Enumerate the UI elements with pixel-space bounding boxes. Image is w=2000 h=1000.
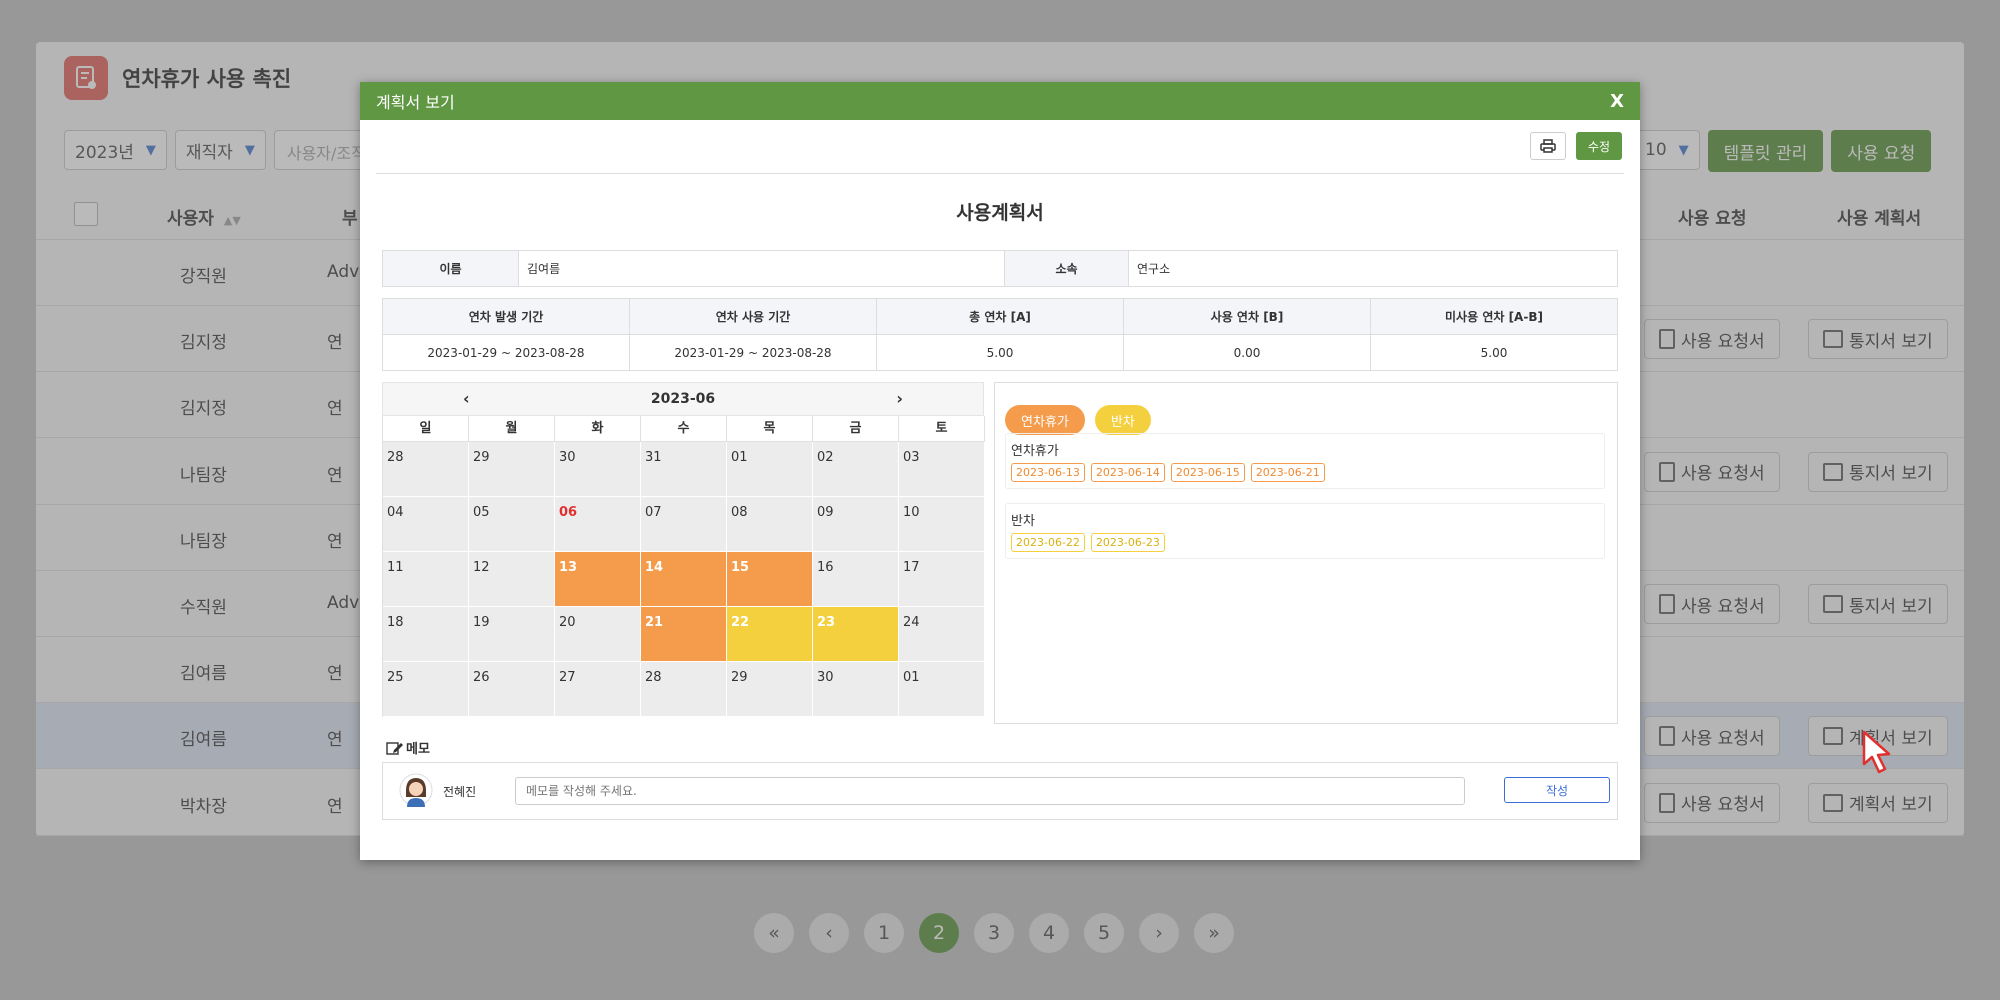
calendar-day[interactable]: 04 <box>383 497 469 552</box>
modal-title: 계획서 보기 <box>376 93 455 112</box>
stat-header: 연차 발생 기간 <box>382 298 630 335</box>
calendar-day[interactable]: 01 <box>899 662 985 717</box>
memo-input[interactable] <box>515 777 1465 805</box>
calendar-day[interactable]: 23 <box>813 607 899 662</box>
calendar-day[interactable]: 11 <box>383 552 469 607</box>
calendar-day[interactable]: 06 <box>555 497 641 552</box>
weekday-header: 일 <box>383 416 469 442</box>
weekday-header: 토 <box>899 416 985 442</box>
calendar-day[interactable]: 24 <box>899 607 985 662</box>
calendar-day[interactable]: 14 <box>641 552 727 607</box>
calendar-day[interactable]: 21 <box>641 607 727 662</box>
printer-icon <box>1540 139 1556 153</box>
calendar-prev-button[interactable]: ‹ <box>463 389 470 408</box>
date-tag: 2023-06-22 <box>1011 533 1085 552</box>
modal-toolbar: 수정 <box>1529 132 1622 160</box>
close-icon[interactable]: X <box>1610 91 1624 112</box>
calendar-day[interactable]: 09 <box>813 497 899 552</box>
calendar-grid: 일 월 화 수 목 금 토 28 29 30 31 01 02 03 04 05 06 07 08 09 10 11 12 1… <box>382 416 985 717</box>
stat-value: 5.00 <box>1370 334 1618 371</box>
legend: 연차휴가 반차 <box>1005 405 1151 435</box>
calendar-day[interactable]: 30 <box>813 662 899 717</box>
memo-box: 전혜진 작성 <box>382 762 1618 820</box>
document-title: 사용계획서 <box>956 202 1044 224</box>
calendar-day[interactable]: 16 <box>813 552 899 607</box>
plan-view-modal: 계획서 보기 X 수정 사용계획서 이름 김여름 소속 연구소 연차 발생 기간… <box>360 82 1640 860</box>
weekday-header: 월 <box>469 416 555 442</box>
group-title: 연차휴가 <box>1011 444 1059 459</box>
date-tag: 2023-06-14 <box>1090 463 1165 482</box>
modal-header: 계획서 보기 X <box>360 82 1640 120</box>
calendar-nav: ‹ 2023-06 › <box>382 382 984 416</box>
weekday-header: 금 <box>813 416 899 442</box>
info-table: 이름 김여름 소속 연구소 <box>382 250 1618 287</box>
dept-label: 소속 <box>1004 250 1129 287</box>
calendar-day[interactable]: 15 <box>727 552 813 607</box>
divider <box>376 173 1624 174</box>
calendar-day[interactable]: 01 <box>727 442 813 497</box>
leave-stats-table: 연차 발생 기간 연차 사용 기간 총 연차 [A] 사용 연차 [B] 미사용… <box>382 298 1618 371</box>
calendar-day[interactable]: 29 <box>469 442 555 497</box>
half-day-group: 반차 2023-06-22 2023-06-23 <box>1005 503 1605 559</box>
dept-value: 연구소 <box>1128 250 1618 287</box>
calendar-day[interactable]: 17 <box>899 552 985 607</box>
calendar-day[interactable]: 12 <box>469 552 555 607</box>
memo-edit-icon <box>386 741 403 755</box>
calendar-next-button[interactable]: › <box>896 389 903 408</box>
calendar-day[interactable]: 26 <box>469 662 555 717</box>
calendar-day[interactable]: 28 <box>383 442 469 497</box>
calendar-month: 2023-06 <box>650 391 716 407</box>
stat-header: 사용 연차 [B] <box>1123 298 1371 335</box>
memo-submit-button[interactable]: 작성 <box>1504 777 1610 803</box>
memo-user-name: 전혜진 <box>443 785 477 799</box>
date-tag: 2023-06-21 <box>1250 463 1325 482</box>
calendar-day[interactable]: 13 <box>555 552 641 607</box>
group-title: 반차 <box>1011 514 1035 529</box>
calendar-day[interactable]: 08 <box>727 497 813 552</box>
mouse-cursor-icon <box>1862 730 1891 774</box>
calendar-day[interactable]: 07 <box>641 497 727 552</box>
legend-half-day: 반차 <box>1094 405 1151 435</box>
annual-leave-group: 연차휴가 2023-06-13 2023-06-14 2023-06-15 20… <box>1005 433 1605 489</box>
calendar-day[interactable]: 31 <box>641 442 727 497</box>
weekday-header: 화 <box>555 416 641 442</box>
leave-summary-panel: 연차휴가 반차 연차휴가 2023-06-13 2023-06-14 2023-… <box>994 382 1618 724</box>
stat-header: 연차 사용 기간 <box>629 298 877 335</box>
calendar-day[interactable]: 29 <box>727 662 813 717</box>
stat-value: 2023-01-29 ~ 2023-08-28 <box>382 334 630 371</box>
calendar-day[interactable]: 03 <box>899 442 985 497</box>
calendar-day[interactable]: 28 <box>641 662 727 717</box>
weekday-header: 수 <box>641 416 727 442</box>
calendar-day[interactable]: 10 <box>899 497 985 552</box>
calendar-day[interactable]: 30 <box>555 442 641 497</box>
calendar-day[interactable]: 25 <box>383 662 469 717</box>
stat-value: 5.00 <box>876 334 1124 371</box>
calendar-day[interactable]: 20 <box>555 607 641 662</box>
stat-header: 미사용 연차 [A-B] <box>1370 298 1618 335</box>
calendar-day[interactable]: 22 <box>727 607 813 662</box>
date-tag: 2023-06-23 <box>1090 533 1165 552</box>
edit-button[interactable]: 수정 <box>1575 132 1622 160</box>
memo-section-label: 메모 <box>386 738 430 757</box>
stat-value: 2023-01-29 ~ 2023-08-28 <box>629 334 877 371</box>
name-value: 김여름 <box>518 250 1005 287</box>
calendar-day[interactable]: 02 <box>813 442 899 497</box>
calendar: ‹ 2023-06 › 일 월 화 수 목 금 토 28 29 30 31 01 02 03 04 05 06 0… <box>382 382 985 717</box>
print-button[interactable] <box>1529 132 1566 160</box>
calendar-day[interactable]: 27 <box>555 662 641 717</box>
calendar-day[interactable]: 18 <box>383 607 469 662</box>
legend-annual-leave: 연차휴가 <box>1005 405 1085 435</box>
avatar <box>399 773 433 807</box>
date-tag: 2023-06-15 <box>1170 463 1245 482</box>
calendar-day[interactable]: 05 <box>469 497 555 552</box>
stat-value: 0.00 <box>1123 334 1371 371</box>
name-label: 이름 <box>382 250 519 287</box>
weekday-header: 목 <box>727 416 813 442</box>
date-tag: 2023-06-13 <box>1011 463 1085 482</box>
stat-header: 총 연차 [A] <box>876 298 1124 335</box>
calendar-day[interactable]: 19 <box>469 607 555 662</box>
